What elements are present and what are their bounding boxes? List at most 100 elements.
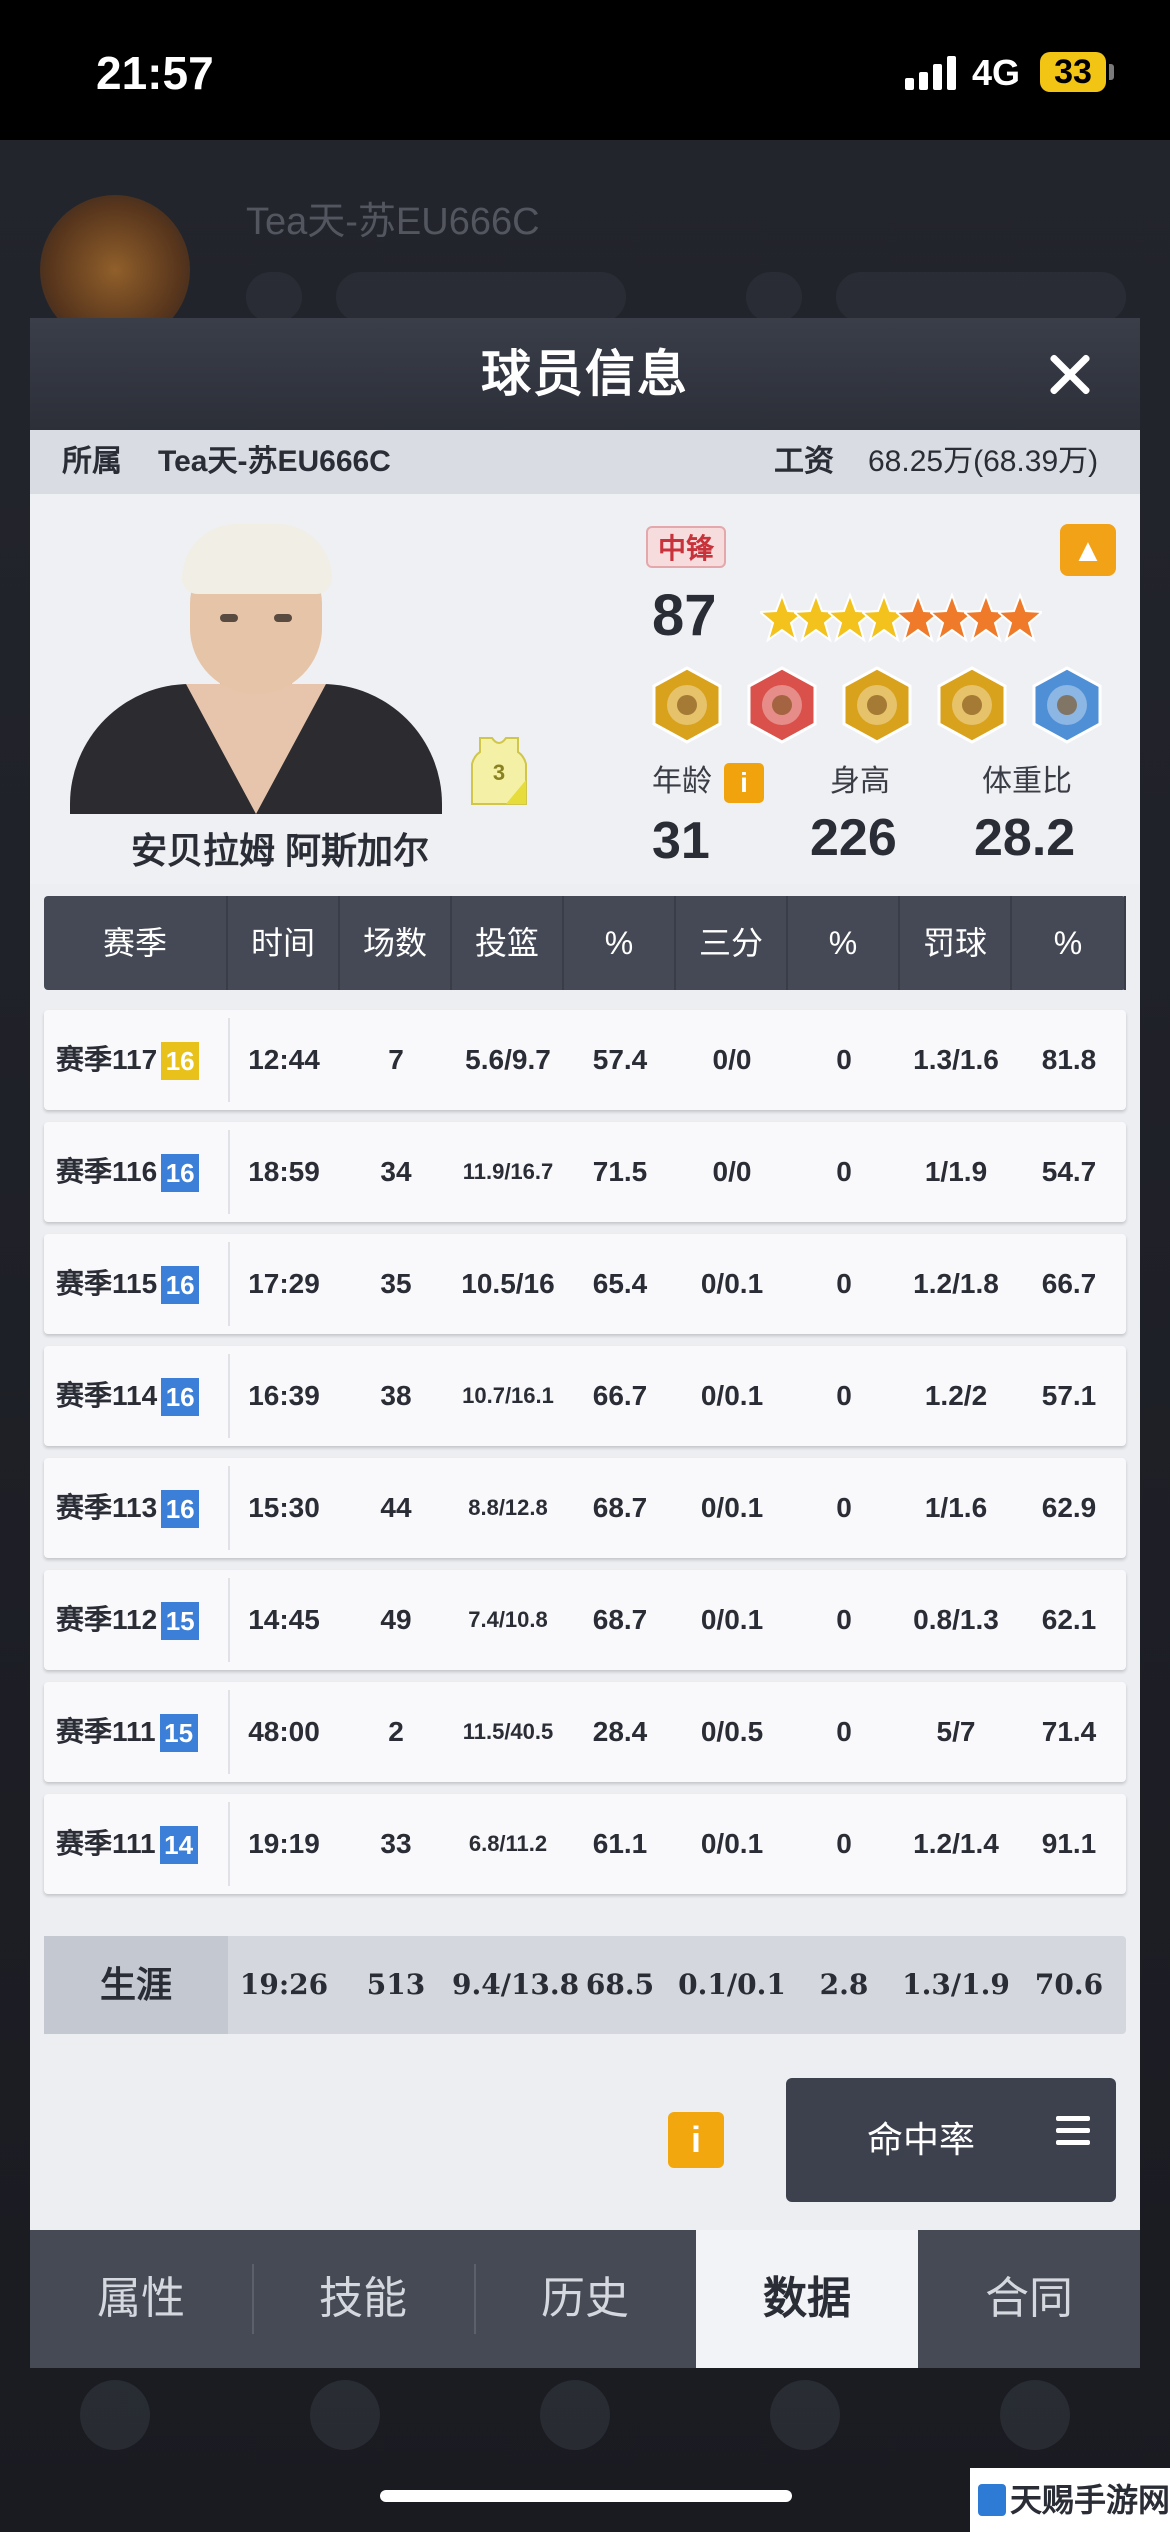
background-resources <box>246 272 1126 322</box>
defender-icon[interactable] <box>1028 666 1106 744</box>
tab-1[interactable]: 属性 <box>30 2230 252 2368</box>
hit-rate-button[interactable]: 命中率 <box>786 2078 1116 2202</box>
weight-ratio-stat: 体重比 28.2 <box>974 756 1124 868</box>
cell-time: 17:29 <box>248 1268 320 1299</box>
cell-time: 12:44 <box>248 1044 320 1075</box>
cell-fg: 6.8/11.2 <box>468 1831 548 1856</box>
cell-fg: 11.5/40.5 <box>462 1719 554 1744</box>
table-row[interactable]: 赛季117 16 12:44 7 5.6/9.7 57.4 0/0 0 1.3/1.6 81.8 <box>44 1010 1126 1110</box>
cell-ft-pct: 66.7 <box>1041 1268 1097 1299</box>
table-row[interactable]: 赛季115 16 17:29 35 10.5/16 65.4 0/0.1 0 1.2/1.8 66… <box>44 1234 1126 1334</box>
cell-games: 33 <box>380 1828 412 1859</box>
cell-ft: 0.8/1.3 <box>913 1604 999 1635</box>
cell-ft: 5/7 <box>936 1716 976 1747</box>
cell-three-pct: 0 <box>836 1380 852 1411</box>
cell-games: 2 <box>388 1716 404 1747</box>
season-cell: 赛季113 16 <box>56 1458 240 1558</box>
cell-three-pct: 0 <box>836 1716 852 1747</box>
level-badge: 16 <box>161 1490 200 1529</box>
cell-games: 7 <box>388 1044 404 1075</box>
season-cell: 赛季116 16 <box>56 1122 240 1222</box>
cell-three: 0/0.1 <box>700 1604 764 1635</box>
cell-time: 16:39 <box>248 1380 320 1411</box>
background-nav <box>60 2370 1120 2480</box>
team-value: Tea天-苏EU666C <box>158 445 391 478</box>
cell-ft-pct: 71.4 <box>1041 1716 1097 1747</box>
cell-three-pct: 0 <box>836 1268 852 1299</box>
fire-icon[interactable]: ▲ <box>1060 524 1116 576</box>
tab-5[interactable]: 合同 <box>918 2230 1140 2368</box>
player-card: 3 安贝拉姆 阿斯加尔 中锋 ▲ 87 年龄 i 31 身高 226 体重比 28… <box>30 494 1140 884</box>
post-up-icon[interactable] <box>648 666 726 744</box>
cell-fg: 7.4/10.8 <box>468 1607 548 1632</box>
career-label: 生涯 <box>44 1936 228 2034</box>
cell-three-pct: 0 <box>836 1604 852 1635</box>
table-row[interactable]: 赛季113 16 15:30 44 8.8/12.8 68.7 0/0.1 0 1/1.6 62.… <box>44 1458 1126 1558</box>
age-info-icon[interactable]: i <box>724 763 764 804</box>
cell-games: 44 <box>380 1492 412 1523</box>
close-button[interactable] <box>1040 344 1100 404</box>
tab-3[interactable]: 历史 <box>474 2230 696 2368</box>
tab-bar: 属性 技能 历史 数据 合同 <box>30 2230 1140 2368</box>
team-label: 所属 <box>62 445 122 478</box>
cell-three: 0/0.5 <box>700 1716 764 1747</box>
status-bar: 21:57 4G 33 <box>0 0 1170 140</box>
column-header[interactable]: 时间 <box>228 896 340 990</box>
menu-icon <box>1056 2116 1090 2146</box>
level-badge: 16 <box>161 1266 200 1305</box>
cell-games: 49 <box>380 1604 412 1635</box>
table-row[interactable]: 赛季111 14 19:19 33 6.8/11.2 61.1 0/0.1 0 1.2/1.4 9… <box>44 1794 1126 1894</box>
battery-icon: 33 <box>1040 52 1106 92</box>
column-header[interactable]: % <box>788 896 900 990</box>
cell-ft: 1/1.9 <box>924 1156 988 1187</box>
table-row[interactable]: 赛季111 15 48:00 2 11.5/40.5 28.4 0/0.5 0 5/7 71.4 <box>44 1682 1126 1782</box>
cell-ft: 1.2/1.4 <box>913 1828 999 1859</box>
signal-icon <box>905 56 957 90</box>
season-cell: 赛季114 16 <box>56 1346 240 1446</box>
table-row[interactable]: 赛季116 16 18:59 34 11.9/16.7 71.5 0/0 0 1/1.9 54.7 <box>44 1122 1126 1222</box>
column-header[interactable]: % <box>564 896 676 990</box>
cell-ft-pct: 62.1 <box>1041 1604 1097 1635</box>
info-button[interactable]: i <box>668 2112 724 2168</box>
cell-ft: 1.2/2 <box>924 1380 988 1411</box>
modal-title: 球员信息 <box>481 346 689 402</box>
player-name: 安贝拉姆 阿斯加尔 <box>130 830 429 871</box>
home-indicator <box>380 2490 792 2502</box>
cell-fg: 10.5/16 <box>461 1268 555 1299</box>
cell-time: 18:59 <box>248 1156 320 1187</box>
column-header[interactable]: 投篮 <box>452 896 564 990</box>
cell-three-pct: 0 <box>836 1828 852 1859</box>
star-icon <box>998 592 1042 643</box>
column-header[interactable]: 三分 <box>676 896 788 990</box>
career-time: 19:26 <box>239 1968 329 2001</box>
season-cell: 赛季117 16 <box>56 1010 240 1110</box>
hit-rate-label: 命中率 <box>866 2119 975 2160</box>
cell-fg-pct: 61.1 <box>592 1828 648 1859</box>
level-badge: 15 <box>159 1714 198 1753</box>
player-info-modal: 球员信息 所属 Tea天-苏EU666C 工资 68.25万(68.39万) 3… <box>30 318 1140 2368</box>
block-icon[interactable] <box>933 666 1011 744</box>
column-header[interactable]: 场数 <box>340 896 452 990</box>
cell-ft: 1.2/1.8 <box>913 1268 999 1299</box>
tab-2[interactable]: 技能 <box>252 2230 474 2368</box>
cell-time: 48:00 <box>248 1716 320 1747</box>
column-header[interactable]: 罚球 <box>900 896 1012 990</box>
cell-games: 38 <box>380 1380 412 1411</box>
table-row[interactable]: 赛季112 15 14:45 49 7.4/10.8 68.7 0/0.1 0 0.8/1.3 6… <box>44 1570 1126 1670</box>
level-badge: 16 <box>161 1042 200 1081</box>
lightning-icon[interactable] <box>838 666 916 744</box>
tab-4[interactable]: 数据 <box>696 2230 918 2368</box>
weight-ratio-value: 28.2 <box>974 809 1076 867</box>
career-three-pct: 2.8 <box>819 1968 869 2001</box>
column-header[interactable]: 赛季 <box>44 896 228 990</box>
background-team-name: Tea天-苏EU666C <box>246 201 540 243</box>
level-badge: 16 <box>161 1154 200 1193</box>
column-header[interactable]: % <box>1012 896 1126 990</box>
table-row[interactable]: 赛季114 16 16:39 38 10.7/16.1 66.7 0/0.1 0 1.2/2 57… <box>44 1346 1126 1446</box>
jersey-icon: 3 <box>470 734 528 806</box>
cell-games: 35 <box>380 1268 412 1299</box>
info-bar: 所属 Tea天-苏EU666C 工资 68.25万(68.39万) <box>30 430 1140 494</box>
dunk-icon[interactable] <box>743 666 821 744</box>
season-cell: 赛季111 14 <box>56 1794 240 1894</box>
salary-value: 68.25万(68.39万) <box>868 445 1099 478</box>
